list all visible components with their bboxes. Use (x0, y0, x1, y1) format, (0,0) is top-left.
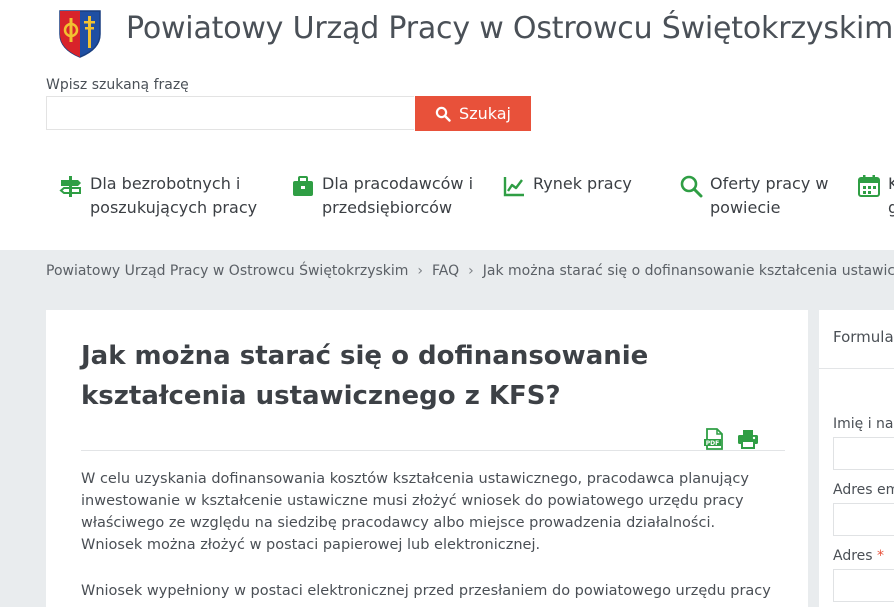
coat-of-arms-icon[interactable] (57, 8, 103, 58)
nav-label: K g (888, 174, 894, 217)
nav-label: Dla bezrobotnych i poszukujących pracy (90, 174, 258, 217)
search-icon (435, 106, 451, 122)
search-label: Wpisz szukaną frazę (46, 77, 189, 93)
name-label: Imię i naz (833, 416, 894, 432)
signpost-icon (59, 176, 81, 197)
address-label: Adres * (833, 548, 884, 564)
print-icon[interactable] (737, 428, 759, 450)
email-label: Adres em (833, 482, 894, 498)
breadcrumb-separator: › (417, 263, 424, 279)
title-divider (81, 450, 785, 451)
nav-item-job-offers[interactable]: Oferty pracy w powiecie (679, 172, 828, 220)
pdf-icon[interactable]: PDF (703, 428, 725, 450)
nav-label: Dla pracodawców i przedsiębiorców (322, 174, 474, 217)
nav-label: Rynek pracy (533, 174, 632, 193)
required-mark: * (877, 548, 885, 564)
address-field[interactable] (833, 569, 894, 602)
breadcrumb: Powiatowy Urząd Pracy w Ostrowcu Świętok… (46, 263, 894, 279)
site-title[interactable]: Powiatowy Urząd Pracy w Ostrowcu Świętok… (126, 11, 893, 46)
search-button-label: Szukaj (459, 104, 511, 123)
site-header: Powiatowy Urząd Pracy w Ostrowcu Świętok… (0, 0, 894, 250)
breadcrumb-faq[interactable]: FAQ (432, 263, 459, 279)
search-input[interactable] (46, 96, 414, 130)
contact-form-panel: Formula Imię i naz Adres em Adres * (819, 310, 894, 607)
nav-item-unemployed[interactable]: Dla bezrobotnych i poszukujących pracy (59, 172, 257, 220)
form-header: Formula (819, 310, 894, 369)
article-card: Jak można starać się o dofinansowanie ks… (46, 310, 808, 607)
email-label-text: Adres em (833, 482, 894, 498)
breadcrumb-separator: › (468, 263, 474, 279)
briefcase-icon (293, 176, 313, 196)
article-paragraph: W celu uzyskania dofinansowania kosztów … (81, 471, 749, 553)
search-button[interactable]: Szukaj (415, 96, 531, 131)
nav-item-employers[interactable]: Dla pracodawców i przedsiębiorców (291, 172, 473, 220)
name-field[interactable] (833, 437, 894, 470)
breadcrumb-home[interactable]: Powiatowy Urząd Pracy w Ostrowcu Świętok… (46, 263, 408, 279)
chart-line-icon (503, 177, 524, 197)
nav-item-labour-market[interactable]: Rynek pracy (502, 172, 632, 198)
nav-label: Oferty pracy w powiecie (710, 174, 829, 217)
calendar-icon (858, 175, 880, 197)
name-label-text: Imię i naz (833, 416, 894, 432)
main-nav: Dla bezrobotnych i poszukujących pracy D… (0, 172, 894, 232)
article-paragraph: Wniosek wypełniony w postaci elektronicz… (81, 583, 771, 599)
nav-item-calendar[interactable]: K g (857, 172, 894, 220)
email-field[interactable] (833, 503, 894, 536)
breadcrumb-current: Jak można starać się o dofinansowanie ks… (482, 263, 894, 279)
article-title: Jak można starać się o dofinansowanie ks… (81, 341, 649, 411)
search-icon (680, 175, 703, 198)
address-label-text: Adres (833, 548, 873, 564)
form-heading: Formula (833, 328, 894, 346)
svg-text:PDF: PDF (706, 440, 719, 447)
